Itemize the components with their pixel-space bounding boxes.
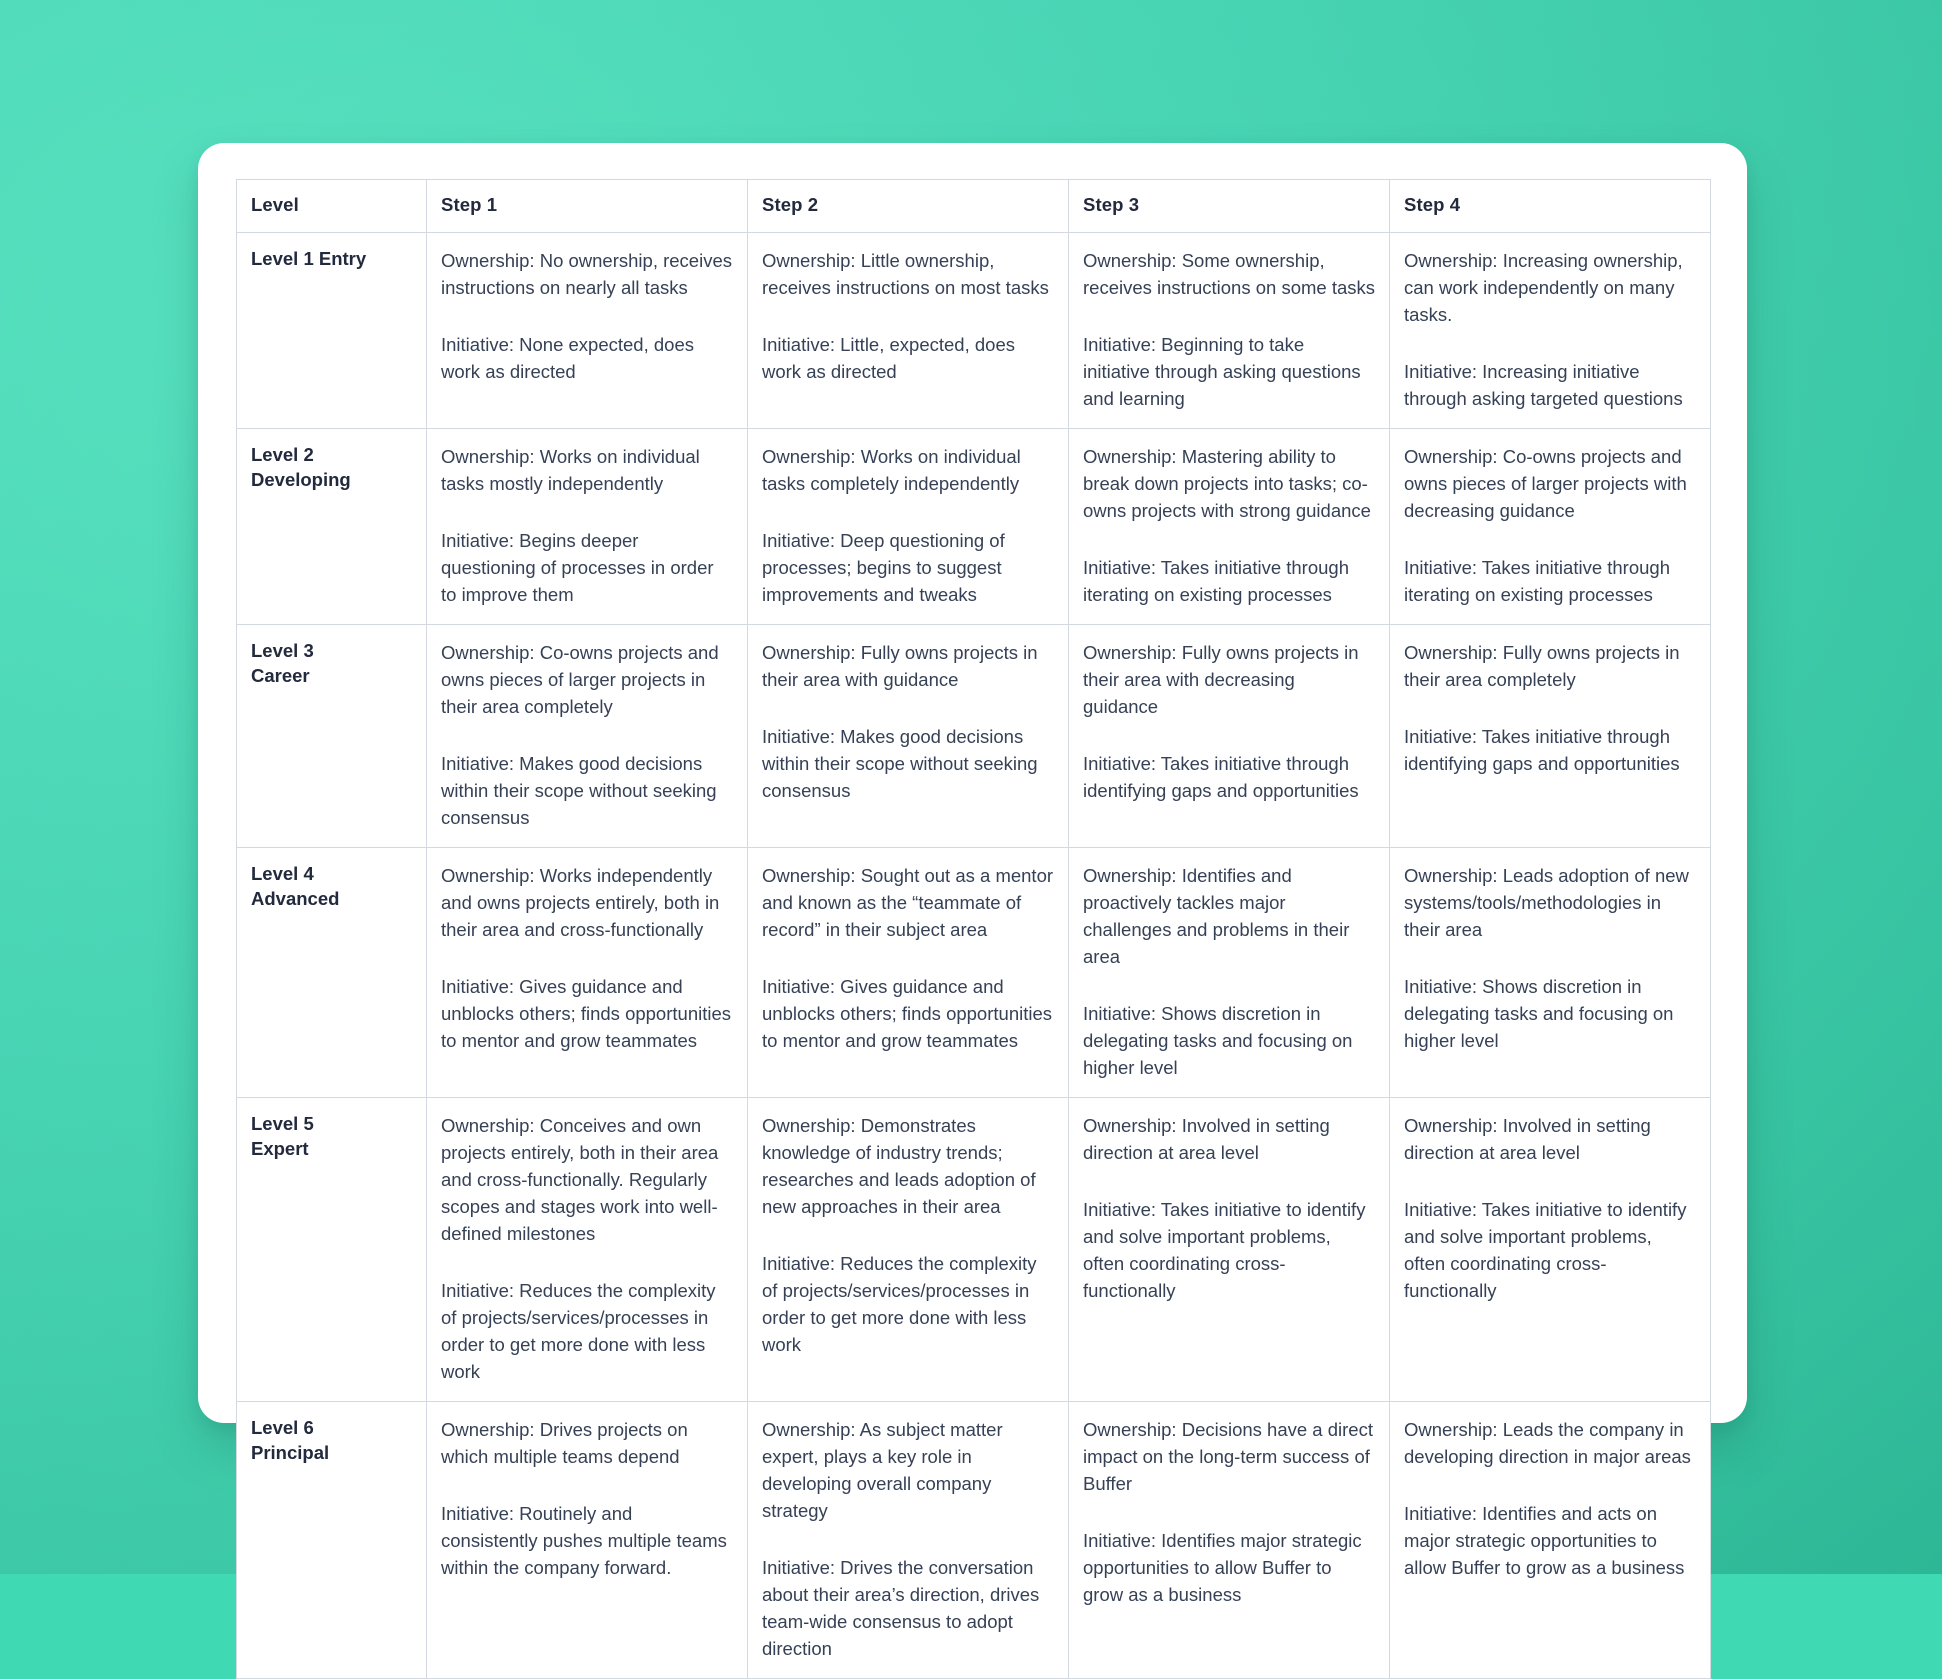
initiative-text: Initiative: Shows discretion in delegati… [1404, 973, 1696, 1054]
initiative-text: Initiative: Little, expected, does work … [762, 331, 1054, 385]
cell-level1-step1: Ownership: No ownership, receives instru… [427, 233, 748, 429]
initiative-text: Initiative: Identifies and acts on major… [1404, 1500, 1696, 1581]
ownership-text: Ownership: No ownership, receives instru… [441, 247, 733, 301]
ownership-text: Ownership: Works on individual tasks com… [762, 443, 1054, 497]
ownership-text: Ownership: Involved in setting direction… [1083, 1112, 1375, 1166]
cell-level6-step1: Ownership: Drives projects on which mult… [427, 1402, 748, 1679]
level-label: Level 3 Career [237, 625, 427, 848]
table-row: Level 5 Expert Ownership: Conceives and … [237, 1098, 1711, 1402]
ownership-text: Ownership: Decisions have a direct impac… [1083, 1416, 1375, 1497]
career-framework-table-container: Level Step 1 Step 2 Step 3 Step 4 Level … [236, 179, 1710, 1384]
ownership-text: Ownership: Fully owns projects in their … [762, 639, 1054, 693]
initiative-text: Initiative: None expected, does work as … [441, 331, 733, 385]
level-label: Level 1 Entry [237, 233, 427, 429]
ownership-text: Ownership: Sought out as a mentor and kn… [762, 862, 1054, 943]
column-header-step-3: Step 3 [1069, 180, 1390, 233]
column-header-step-2: Step 2 [748, 180, 1069, 233]
column-header-level: Level [237, 180, 427, 233]
initiative-text: Initiative: Increasing initiative throug… [1404, 358, 1696, 412]
initiative-text: Initiative: Takes initiative through ide… [1083, 750, 1375, 804]
initiative-text: Initiative: Takes initiative through ite… [1404, 554, 1696, 608]
ownership-text: Ownership: Involved in setting direction… [1404, 1112, 1696, 1166]
table-row: Level 2 Developing Ownership: Works on i… [237, 429, 1711, 625]
cell-level4-step2: Ownership: Sought out as a mentor and kn… [748, 848, 1069, 1098]
cell-level2-step3: Ownership: Mastering ability to break do… [1069, 429, 1390, 625]
cell-level5-step3: Ownership: Involved in setting direction… [1069, 1098, 1390, 1402]
cell-level4-step4: Ownership: Leads adoption of new systems… [1390, 848, 1711, 1098]
initiative-text: Initiative: Drives the conversation abou… [762, 1554, 1054, 1662]
initiative-text: Initiative: Gives guidance and unblocks … [441, 973, 733, 1054]
cell-level3-step4: Ownership: Fully owns projects in their … [1390, 625, 1711, 848]
level-label: Level 6 Principal [237, 1402, 427, 1679]
cell-level5-step1: Ownership: Conceives and own projects en… [427, 1098, 748, 1402]
ownership-text: Ownership: Leads adoption of new systems… [1404, 862, 1696, 943]
column-header-step-4: Step 4 [1390, 180, 1711, 233]
initiative-text: Initiative: Gives guidance and unblocks … [762, 973, 1054, 1054]
ownership-text: Ownership: Co-owns projects and owns pie… [1404, 443, 1696, 524]
ownership-text: Ownership: Increasing ownership, can wor… [1404, 247, 1696, 328]
cell-level5-step4: Ownership: Involved in setting direction… [1390, 1098, 1711, 1402]
cell-level6-step4: Ownership: Leads the company in developi… [1390, 1402, 1711, 1679]
cell-level3-step3: Ownership: Fully owns projects in their … [1069, 625, 1390, 848]
cell-level1-step3: Ownership: Some ownership, receives inst… [1069, 233, 1390, 429]
initiative-text: Initiative: Takes initiative through ite… [1083, 554, 1375, 608]
cell-level2-step1: Ownership: Works on individual tasks mos… [427, 429, 748, 625]
initiative-text: Initiative: Makes good decisions within … [441, 750, 733, 831]
initiative-text: Initiative: Reduces the complexity of pr… [762, 1250, 1054, 1358]
cell-level2-step4: Ownership: Co-owns projects and owns pie… [1390, 429, 1711, 625]
cell-level3-step2: Ownership: Fully owns projects in their … [748, 625, 1069, 848]
initiative-text: Initiative: Deep questioning of processe… [762, 527, 1054, 608]
ownership-text: Ownership: Co-owns projects and owns pie… [441, 639, 733, 720]
ownership-text: Ownership: As subject matter expert, pla… [762, 1416, 1054, 1524]
cell-level5-step2: Ownership: Demonstrates knowledge of ind… [748, 1098, 1069, 1402]
ownership-text: Ownership: Identifies and proactively ta… [1083, 862, 1375, 970]
cell-level1-step2: Ownership: Little ownership, receives in… [748, 233, 1069, 429]
initiative-text: Initiative: Takes initiative through ide… [1404, 723, 1696, 777]
table-row: Level 1 Entry Ownership: No ownership, r… [237, 233, 1711, 429]
level-label: Level 5 Expert [237, 1098, 427, 1402]
initiative-text: Initiative: Begins deeper questioning of… [441, 527, 733, 608]
ownership-text: Ownership: Fully owns projects in their … [1083, 639, 1375, 720]
table-header-row: Level Step 1 Step 2 Step 3 Step 4 [237, 180, 1711, 233]
ownership-text: Ownership: Fully owns projects in their … [1404, 639, 1696, 693]
ownership-text: Ownership: Works on individual tasks mos… [441, 443, 733, 497]
ownership-text: Ownership: Leads the company in developi… [1404, 1416, 1696, 1470]
table-row: Level 6 Principal Ownership: Drives proj… [237, 1402, 1711, 1679]
cell-level6-step2: Ownership: As subject matter expert, pla… [748, 1402, 1069, 1679]
initiative-text: Initiative: Identifies major strategic o… [1083, 1527, 1375, 1608]
table-row: Level 3 Career Ownership: Co-owns projec… [237, 625, 1711, 848]
column-header-step-1: Step 1 [427, 180, 748, 233]
initiative-text: Initiative: Makes good decisions within … [762, 723, 1054, 804]
initiative-text: Initiative: Reduces the complexity of pr… [441, 1277, 733, 1385]
ownership-text: Ownership: Conceives and own projects en… [441, 1112, 733, 1247]
initiative-text: Initiative: Beginning to take initiative… [1083, 331, 1375, 412]
initiative-text: Initiative: Takes initiative to identify… [1404, 1196, 1696, 1304]
table-body: Level 1 Entry Ownership: No ownership, r… [237, 233, 1711, 1679]
ownership-text: Ownership: Some ownership, receives inst… [1083, 247, 1375, 301]
ownership-text: Ownership: Little ownership, receives in… [762, 247, 1054, 301]
initiative-text: Initiative: Routinely and consistently p… [441, 1500, 733, 1581]
cell-level6-step3: Ownership: Decisions have a direct impac… [1069, 1402, 1390, 1679]
ownership-text: Ownership: Drives projects on which mult… [441, 1416, 733, 1470]
ownership-text: Ownership: Mastering ability to break do… [1083, 443, 1375, 524]
level-label: Level 2 Developing [237, 429, 427, 625]
cell-level2-step2: Ownership: Works on individual tasks com… [748, 429, 1069, 625]
cell-level3-step1: Ownership: Co-owns projects and owns pie… [427, 625, 748, 848]
table-header: Level Step 1 Step 2 Step 3 Step 4 [237, 180, 1711, 233]
ownership-text: Ownership: Demonstrates knowledge of ind… [762, 1112, 1054, 1220]
level-label: Level 4 Advanced [237, 848, 427, 1098]
initiative-text: Initiative: Takes initiative to identify… [1083, 1196, 1375, 1304]
ownership-text: Ownership: Works independently and owns … [441, 862, 733, 943]
career-framework-table: Level Step 1 Step 2 Step 3 Step 4 Level … [236, 179, 1711, 1679]
initiative-text: Initiative: Shows discretion in delegati… [1083, 1000, 1375, 1081]
cell-level4-step1: Ownership: Works independently and owns … [427, 848, 748, 1098]
cell-level1-step4: Ownership: Increasing ownership, can wor… [1390, 233, 1711, 429]
table-row: Level 4 Advanced Ownership: Works indepe… [237, 848, 1711, 1098]
cell-level4-step3: Ownership: Identifies and proactively ta… [1069, 848, 1390, 1098]
